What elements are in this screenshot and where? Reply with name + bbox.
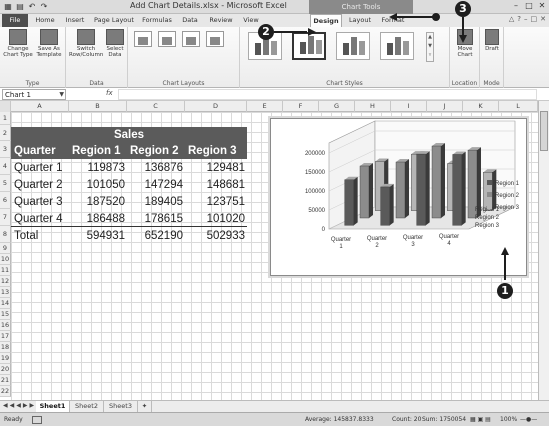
view-buttons-icon[interactable]: ▦ ▣ ▤: [470, 416, 491, 423]
sheet-tab-bar: ◀◀◀▶▶▶ Sheet1 Sheet2 Sheet3 ✦: [0, 400, 549, 412]
status-sum: Sum: 1750054: [422, 416, 467, 423]
callout-arrows: [274, 13, 509, 280]
callout-2: 2: [258, 24, 274, 40]
sheet-tab-sheet3[interactable]: Sheet3: [104, 401, 138, 412]
macro-record-icon[interactable]: [32, 416, 42, 424]
status-ready: Ready: [4, 416, 23, 423]
zoom-slider[interactable]: —●—: [520, 416, 537, 423]
status-average: Average: 145837.8333: [305, 416, 374, 423]
callout-arrowhead-1: [501, 247, 509, 255]
callout-3: 3: [455, 1, 471, 17]
callout-arrowhead-2: [308, 28, 316, 36]
callout-arrowhead-3: [459, 35, 467, 43]
insert-sheet-icon[interactable]: ✦: [138, 401, 152, 412]
callout-arrowhead-chart-tools: [389, 13, 397, 21]
zoom-level[interactable]: 100%: [500, 416, 517, 423]
sheet-tab-sheet2[interactable]: Sheet2: [70, 401, 104, 412]
status-count: Count: 20: [392, 416, 422, 423]
status-bar: Ready Average: 145837.8333 Count: 20 Sum…: [0, 412, 549, 426]
callout-dot: [432, 13, 440, 21]
sheet-tab-sheet1[interactable]: Sheet1: [36, 401, 70, 412]
callout-1: 1: [497, 283, 513, 299]
